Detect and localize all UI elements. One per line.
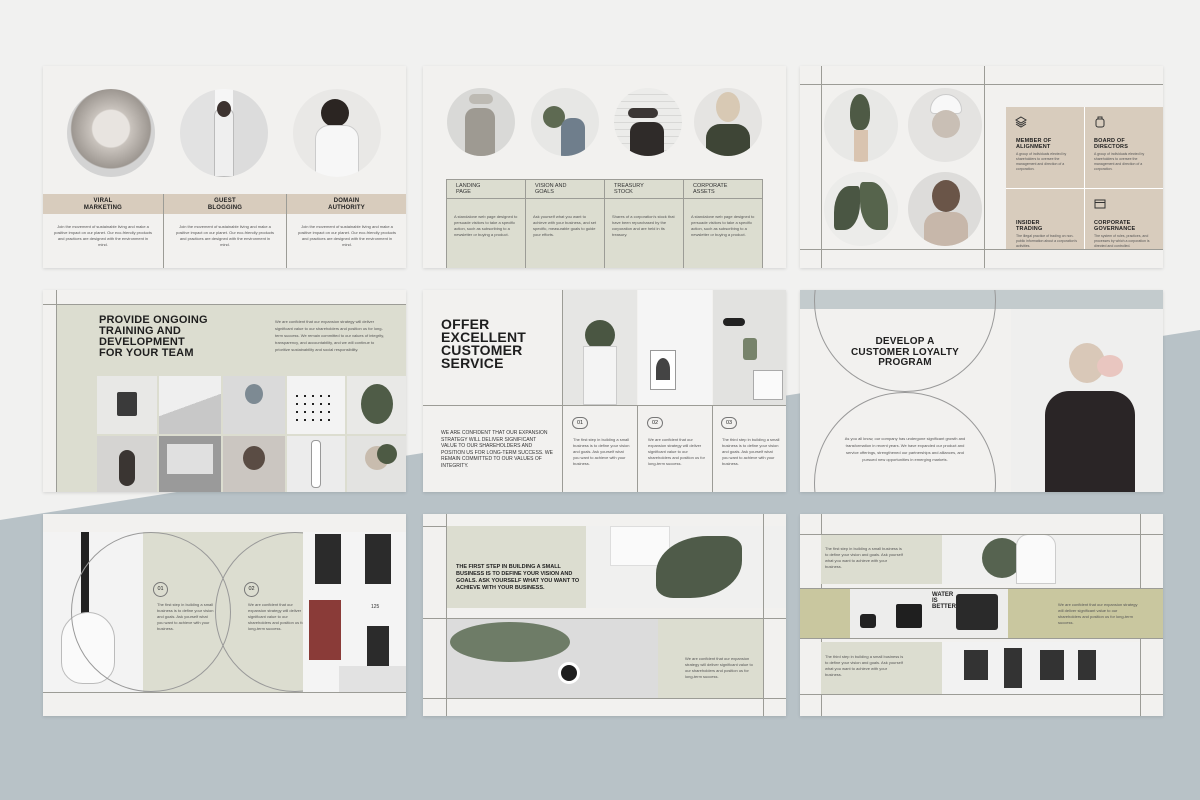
cell-body: A group of individuals elected by shareh… (1094, 152, 1145, 171)
col-title: DOMAIN AUTHORITY (328, 198, 365, 211)
col-title: CORPORATE ASSETS (693, 183, 728, 195)
portrait-photo-1 (67, 89, 155, 177)
door-number: 125 (371, 604, 380, 610)
portrait-photo-sitting (97, 436, 157, 492)
portrait-photo-3 (293, 89, 381, 177)
row-text: We are confident that our expansion stra… (1058, 602, 1138, 625)
slide-title: DEVELOP A CUSTOMER LOYALTY PROGRAM (850, 336, 960, 368)
slide-body-caps: WE ARE CONFIDENT THAT OUR EXPANSION STRA… (441, 430, 553, 469)
step-number-badge: 01 (572, 417, 588, 429)
step-number-badge: 02 (244, 582, 259, 597)
portrait-photo-flower (1011, 309, 1163, 492)
portrait-photo-leaves (347, 436, 406, 492)
birds-photo (287, 376, 345, 434)
slide-title: OFFER EXCELLENT CUSTOMER SERVICE (441, 316, 527, 371)
car-photo (159, 376, 221, 434)
cell-title: CORPORATE GOVERNANCE (1094, 220, 1136, 232)
portrait-photo-flowers (531, 88, 599, 156)
slide-5[interactable]: OFFER EXCELLENT CUSTOMER SERVICE WE ARE … (423, 290, 786, 492)
eucalyptus-cup-photo (446, 618, 658, 698)
cell-title: INSIDER TRADING (1016, 220, 1043, 232)
step-text: We are confident that our expansion stra… (648, 437, 705, 466)
step-number-badge: 03 (721, 417, 737, 429)
col-body: Shares of a corporation's stock that hav… (612, 214, 675, 237)
slide-9[interactable]: WATER IS BETTER The first step in buildi… (800, 514, 1163, 716)
portrait-photo-plants (563, 290, 637, 405)
col-body: Join the movement of sustainable living … (175, 224, 275, 247)
cell-title: BOARD OF DIRECTORS (1094, 138, 1129, 150)
portrait-photo-towel (908, 88, 982, 162)
slide-3[interactable]: MEMBER OF ALIGNMENT BOARD OF DIRECTORS I… (800, 66, 1163, 268)
portrait-photo-leaves-2 (942, 534, 1140, 584)
fern-photo (824, 172, 898, 246)
cell-body: A group of individuals elected by shareh… (1016, 152, 1067, 171)
fern-hand-photo (586, 526, 786, 608)
col-body: Join the movement of sustainable living … (297, 224, 397, 247)
portrait-photo-beanie (223, 376, 285, 434)
storefront-photo (942, 642, 1140, 694)
portrait-photo-woman (908, 172, 982, 246)
col-title: VIRAL MARKETING (83, 198, 123, 211)
slide-6[interactable]: DEVELOP A CUSTOMER LOYALTY PROGRAM As yo… (800, 290, 1163, 492)
slide-title-caps: THE FIRST STEP IN BUILDING A SMALL BUSIN… (456, 564, 580, 591)
col-body: Join the movement of sustainable living … (53, 224, 153, 247)
band-row-2-left (800, 588, 850, 638)
col-body: A standalone web page designed to persua… (454, 214, 518, 237)
step-text: The first step in building a small busin… (157, 602, 214, 631)
cell-body: The system of rules, practices, and proc… (1094, 234, 1150, 248)
col-title: LANDING PAGE (456, 183, 481, 195)
poster-photo (638, 290, 712, 405)
window-photo (159, 436, 221, 492)
jar-icon (1094, 115, 1106, 128)
portrait-photo-bouquet (694, 88, 762, 156)
guitar-photo (287, 436, 345, 492)
slide-body: We are confident that our expansion stra… (685, 656, 753, 679)
slide-body: We are confident that our expansion stra… (275, 319, 385, 352)
slide-8[interactable]: THE FIRST STEP IN BUILDING A SMALL BUSIN… (423, 514, 786, 716)
portrait-photo-cap (614, 88, 682, 156)
cell-title: MEMBER OF ALIGNMENT (1016, 138, 1052, 150)
slide-body: As you all know, our company has undergo… (844, 436, 966, 462)
plant-photo-2 (347, 376, 406, 434)
flatlay-photo (713, 290, 786, 405)
portrait-photo-camera (223, 436, 285, 492)
col-body: A standalone web page designed to persua… (691, 214, 755, 237)
col-title: VISION AND GOALS (535, 183, 567, 195)
portrait-photo-2 (180, 89, 268, 177)
slide-1[interactable]: VIRAL MARKETING GUEST BLOGGING DOMAIN AU… (43, 66, 406, 268)
slide-2[interactable]: LANDING PAGE VISION AND GOALS TREASURY S… (423, 66, 786, 268)
step-text: The third step in building a small busin… (722, 437, 780, 466)
slide-title: PROVIDE ONGOING TRAINING AND DEVELOPMENT… (99, 314, 208, 359)
plant-photo (824, 88, 898, 162)
row-text: The third step in building a small busin… (825, 654, 904, 677)
step-text: The first step in building a small busin… (573, 437, 630, 466)
step-text: We are confident that our expansion stra… (248, 602, 305, 631)
poster-text: WATER IS BETTER (932, 592, 956, 610)
portrait-photo-hat (447, 88, 515, 156)
col-title: GUEST BLOGGING (207, 198, 243, 211)
slide-4[interactable]: PROVIDE ONGOING TRAINING AND DEVELOPMENT… (43, 290, 406, 492)
step-number-badge: 02 (647, 417, 663, 429)
camera-photo (97, 376, 157, 434)
row-text: The first step in building a small busin… (825, 546, 903, 569)
building-photo: 125 (303, 532, 406, 692)
col-title: TREASURY STOCK (614, 183, 644, 195)
step-number-badge: 01 (153, 582, 168, 597)
camera-poster-photo: WATER IS BETTER (850, 588, 1008, 638)
col-body: Ask yourself what you want to achieve wi… (533, 214, 597, 237)
browser-icon (1094, 197, 1106, 209)
slide-7[interactable]: 01 02 The first step in building a small… (43, 514, 406, 716)
cell-body: The illegal practice of trading on non-p… (1016, 234, 1077, 248)
layers-icon (1015, 115, 1027, 128)
